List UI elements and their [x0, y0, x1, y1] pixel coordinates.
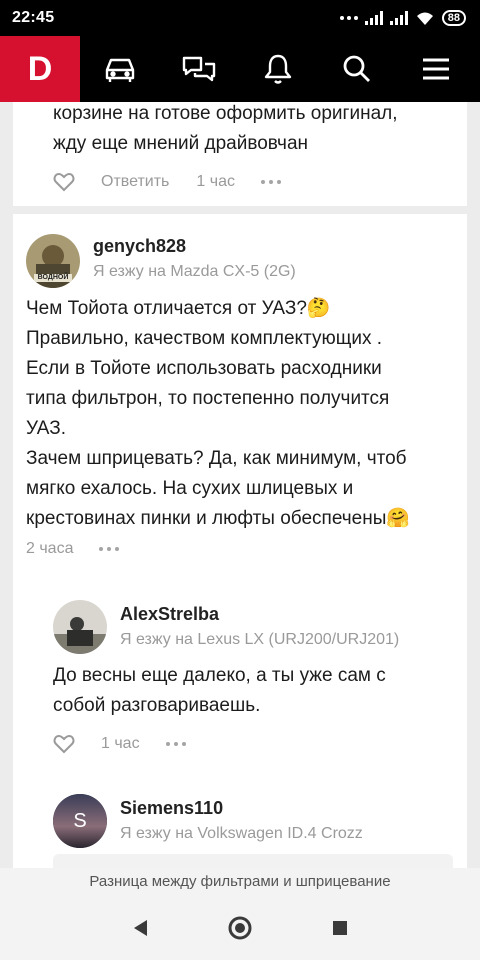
author-car[interactable]: Я езжу на Mazda CX-5 (2G): [93, 263, 296, 281]
signal-icon-2: [389, 11, 408, 25]
comment-text-line: Правильно, качеством комплектующих .: [26, 328, 383, 349]
menu-icon[interactable]: [414, 47, 458, 91]
notification-dots-icon: [339, 16, 358, 20]
recents-icon[interactable]: [320, 908, 360, 948]
drive2-logo[interactable]: D: [0, 36, 80, 102]
comment-card-previous: корзине на готове оформить оригинал, жду…: [13, 102, 467, 206]
system-nav-bar: [0, 896, 480, 960]
reply-text-line: собой разговариваешь.: [53, 695, 261, 716]
comment-text-line: корзине на готове оформить оригинал,: [53, 103, 398, 124]
nested-reply-preview[interactable]: [53, 854, 453, 868]
avatar-letter: S: [73, 810, 87, 832]
battery-indicator: 88: [441, 10, 466, 26]
more-options-icon[interactable]: [260, 180, 281, 184]
bottom-banner[interactable]: Разница между фильтрами и шприцевание: [0, 868, 480, 896]
wifi-icon: [416, 12, 433, 25]
back-icon[interactable]: [120, 908, 160, 948]
signal-icon: [364, 11, 383, 25]
comment-text-line: Зачем шприцевать? Да, как минимум, чтоб: [26, 448, 407, 469]
reply-actions: 1 час: [53, 734, 186, 754]
author-car[interactable]: Я езжу на Volkswagen ID.4 Crozz: [120, 825, 363, 843]
comment-actions: Ответить 1 час: [53, 172, 281, 192]
comment-text-line: УАЗ.: [26, 418, 67, 439]
reply-text-line: До весны еще далеко, а ты уже сам с: [53, 665, 386, 686]
comment-time: 2 часа: [26, 540, 74, 557]
like-heart-icon[interactable]: [53, 734, 75, 754]
comment-author[interactable]: genych828: [93, 236, 186, 257]
avatar-caption: ВОДНОЙ: [37, 274, 69, 281]
avatar[interactable]: S: [53, 794, 107, 848]
comment-time: 1 час: [101, 735, 140, 752]
comments-feed[interactable]: корзине на готове оформить оригинал, жду…: [0, 102, 480, 868]
comment-main-body: Чем Тойота отличается от УАЗ?🤔 Правильно…: [26, 294, 410, 534]
avatar[interactable]: ВОДНОЙ: [26, 234, 80, 288]
home-icon[interactable]: [220, 908, 260, 948]
bell-icon[interactable]: [256, 47, 300, 91]
more-options-icon[interactable]: [165, 742, 186, 746]
more-options-icon[interactable]: [99, 547, 120, 551]
comment-text-line: Чем Тойота отличается от УАЗ?🤔: [26, 298, 331, 319]
status-icons: 88: [339, 10, 466, 26]
chat-icon[interactable]: [177, 47, 221, 91]
status-bar: 22:45 88: [0, 0, 480, 36]
comment-text-line: крестовинах пинки и люфты обеспечены🤗: [26, 508, 411, 529]
comment-main-actions: 2 часа: [26, 540, 120, 558]
reply-author[interactable]: AlexStrelba: [120, 604, 219, 625]
search-icon[interactable]: [335, 47, 379, 91]
comment-time: 1 час: [196, 173, 235, 190]
app-nav-bar: D: [0, 36, 480, 102]
status-time: 22:45: [12, 9, 55, 26]
comment-text-line: мягко ехалось. На сухих шлицевых и: [26, 478, 354, 499]
like-heart-icon[interactable]: [53, 172, 75, 192]
comment-text-line: типа фильтрон, то постепенно получится: [26, 388, 390, 409]
nav-icons: [80, 47, 480, 91]
car-icon[interactable]: [98, 47, 142, 91]
author-car[interactable]: Я езжу на Lexus LX (URJ200/URJ201): [120, 631, 399, 649]
comment-text-line: Если в Тойоте использовать расходники: [26, 358, 382, 379]
reply-author[interactable]: Siemens110: [120, 798, 223, 819]
avatar[interactable]: [53, 600, 107, 654]
comment-text-line: жду еще мнений драйвовчан: [53, 133, 309, 154]
reply-button[interactable]: Ответить: [101, 173, 169, 191]
